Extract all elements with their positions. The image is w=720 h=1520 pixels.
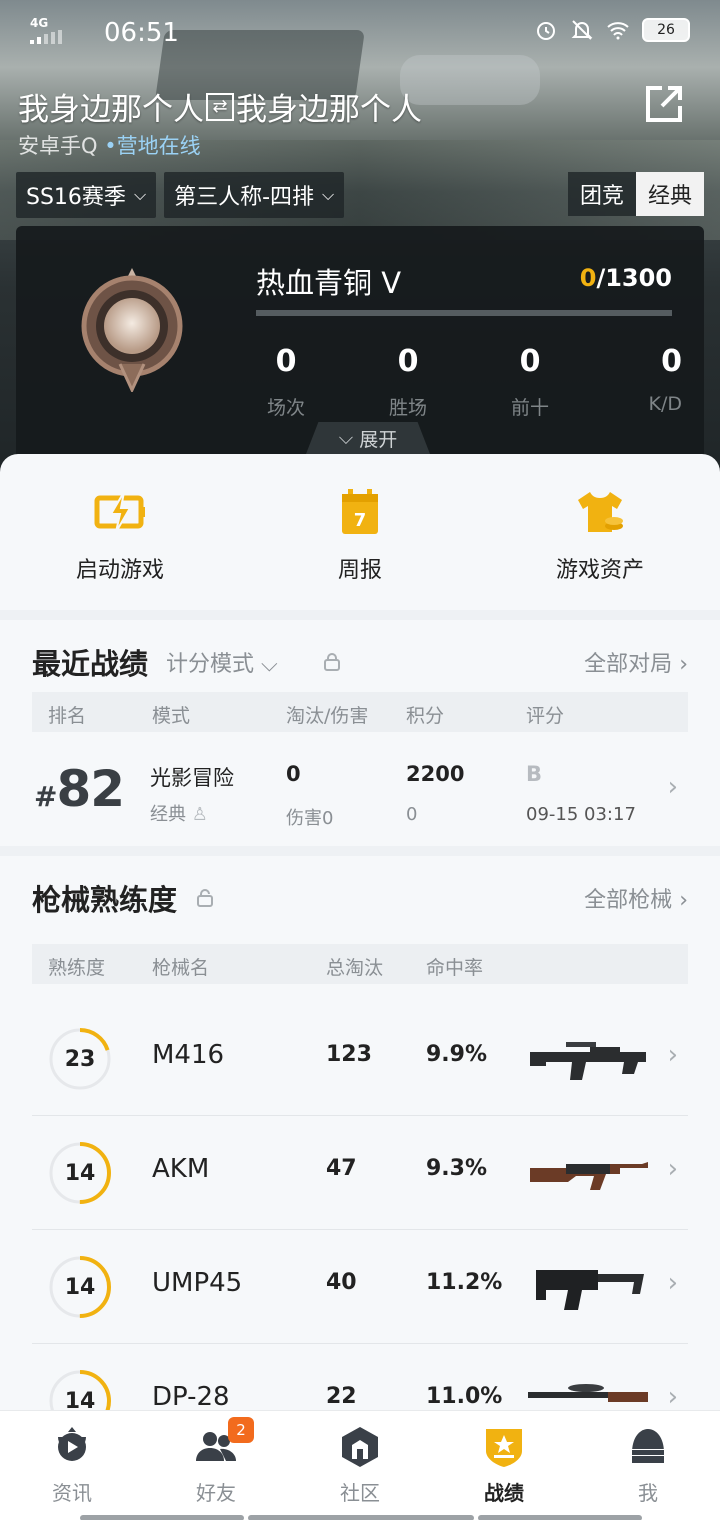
score-mode-dropdown[interactable]: 计分模式 ⌵ <box>166 646 278 678</box>
rank-title: 热血青铜 V <box>256 266 402 300</box>
profile-subtitle: 安卓手Q •营地在线 <box>18 134 201 158</box>
lock-icon <box>197 889 214 907</box>
chevron-down-icon: ⌵ <box>261 652 278 677</box>
expand-button[interactable]: ⌵ 展开 <box>306 422 430 454</box>
profile-header: 4G 06:51 26 我身边那个人 ⇄ 我身边那个人 安卓手Q •营地在线 S… <box>0 0 720 480</box>
community-icon <box>342 1427 378 1467</box>
profile-name[interactable]: 我身边那个人 ⇄ 我身边那个人 <box>18 84 422 129</box>
quick-actions: 启动游戏 7 周报 游戏资产 <box>0 454 720 610</box>
chevron-right-icon: › <box>667 1154 678 1184</box>
stat-wins: 0 胜场 <box>388 344 427 419</box>
chevron-right-icon: › <box>667 1040 678 1070</box>
match-row[interactable]: #82 光影冒险 经典 ♙ 0 伤害0 2200 0 B 09-15 03:17… <box>32 742 688 842</box>
news-play-icon <box>58 1427 86 1461</box>
perspective-dropdown[interactable]: 第三人称-四排 ⌵ <box>164 172 345 218</box>
recent-matches-section: 最近战绩 计分模式 ⌵ 全部对局 › 排名 模式 淘汰/伤害 积分 评分 #82… <box>0 620 720 846</box>
rank-progress-bar <box>256 310 672 316</box>
season-dropdown[interactable]: SS16赛季 ⌵ <box>16 172 157 218</box>
gesture-bar <box>478 1515 642 1520</box>
online-status: •营地在线 <box>104 134 201 158</box>
gesture-bar <box>80 1515 244 1520</box>
akm-rifle-icon <box>530 1162 648 1190</box>
stat-matches: 0 场次 <box>266 344 305 419</box>
chevron-right-icon: › <box>667 1268 678 1298</box>
weapon-proficiency-title: 枪械熟练度 <box>32 883 178 917</box>
m416-rifle-icon <box>530 1042 646 1080</box>
battery-indicator: 26 <box>642 18 690 42</box>
match-placement: #82 <box>34 760 125 818</box>
chevron-right-icon: › <box>679 652 688 677</box>
launch-game-button[interactable]: 启动游戏 <box>40 486 200 610</box>
all-matches-link[interactable]: 全部对局 › <box>584 646 688 678</box>
calendar-icon: 7 <box>342 489 378 534</box>
svg-text:7: 7 <box>354 510 367 531</box>
helmet-icon <box>630 1429 666 1463</box>
all-weapons-link[interactable]: 全部枪械 › <box>584 882 688 914</box>
clock: 06:51 <box>104 18 179 48</box>
weapon-row[interactable]: 14 DP-28 22 11.0% › <box>32 1344 688 1410</box>
gesture-bar <box>248 1515 474 1520</box>
friends-badge: 2 <box>228 1417 254 1443</box>
chevron-right-icon: › <box>679 888 688 913</box>
tab-team-mode[interactable]: 团竞 <box>567 172 636 216</box>
rank-stats: 0 场次 0 胜场 0 前十 0 K/D <box>256 344 682 420</box>
chevron-right-icon: › <box>667 772 678 802</box>
weapon-row[interactable]: 14 UMP45 40 11.2% › <box>32 1230 688 1344</box>
lightning-icon <box>94 491 145 533</box>
bottom-tab-bar: 资讯 2 好友 社区 战绩 我 <box>0 1410 720 1520</box>
recent-matches-title: 最近战绩 <box>32 647 149 681</box>
weapons-table-header: 熟练度 枪械名 总淘汰 命中率 <box>32 944 688 984</box>
weapon-row[interactable]: 23 M416 123 9.9% › <box>32 1002 688 1116</box>
signal-icon <box>30 30 62 44</box>
tab-stats[interactable]: 战绩 <box>432 1411 576 1520</box>
share-icon[interactable] <box>642 82 686 126</box>
weekly-report-button[interactable]: 7 周报 <box>280 486 440 610</box>
alarm-icon <box>537 22 555 40</box>
stat-top-ten: 0 前十 <box>510 344 549 419</box>
chevron-right-icon: › <box>667 1382 678 1410</box>
person-icon: ♙ <box>191 804 208 825</box>
wifi-icon <box>607 22 629 40</box>
network-type: 4G <box>30 16 49 30</box>
rank-score: 0/1300 <box>579 264 672 292</box>
stat-kd: 0 K/D <box>648 344 683 415</box>
ump45-smg-icon <box>536 1270 644 1310</box>
weapon-row[interactable]: 14 AKM 47 9.3% › <box>32 1116 688 1230</box>
game-assets-button[interactable]: 游戏资产 <box>520 486 680 610</box>
tab-community[interactable]: 社区 <box>288 1411 432 1520</box>
chevron-down-icon: ⌵ <box>338 427 354 449</box>
bronze-rank-badge-icon <box>81 268 183 392</box>
stats-shield-icon <box>486 1429 522 1467</box>
tab-news[interactable]: 资讯 <box>0 1411 144 1520</box>
weapon-proficiency-section: 枪械熟练度 全部枪械 › 熟练度 枪械名 总淘汰 命中率 23 M416 123… <box>0 856 720 1410</box>
shirt-coins-icon <box>578 492 623 532</box>
matches-table-header: 排名 模式 淘汰/伤害 积分 评分 <box>32 692 688 732</box>
chevron-down-icon: ⌵ <box>133 185 147 204</box>
chevron-down-icon: ⌵ <box>322 185 335 204</box>
tab-friends[interactable]: 2 好友 <box>144 1411 288 1520</box>
mute-bell-icon <box>571 20 593 40</box>
lock-icon <box>323 653 340 671</box>
tab-me[interactable]: 我 <box>576 1411 720 1520</box>
match-submode: 经典 ♙ <box>150 804 208 825</box>
mode-toggle: 团竞 经典 <box>567 172 704 216</box>
rank-card: 热血青铜 V 0/1300 0 场次 0 胜场 0 前十 0 K/D ⌵ 展开 <box>16 226 704 462</box>
status-bar: 4G 06:51 26 <box>0 0 720 64</box>
switch-account-icon[interactable]: ⇄ <box>206 92 234 121</box>
tab-classic-mode[interactable]: 经典 <box>635 172 704 216</box>
dp28-lmg-icon <box>528 1384 648 1402</box>
